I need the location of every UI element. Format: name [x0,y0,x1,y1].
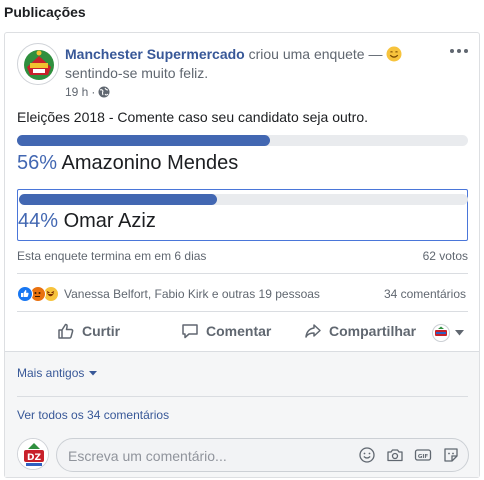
page-identity-selector[interactable] [432,324,464,342]
comment-input-placeholder: Escreva um comentário... [68,448,227,464]
post-card: Manchester Supermercado criou uma enquet… [4,32,480,478]
share-arrow-icon [305,324,321,338]
older-comments-label: Mais antigos [17,366,85,380]
poll-option-percent: 56% [17,152,58,174]
post-text: Eleições 2018 - Comente caso seu candida… [17,109,368,125]
poll-bar-fill [19,194,217,205]
feeling-text: sentindo-se muito feliz. [65,65,209,81]
commenter-avatar[interactable]: DZ [17,438,49,470]
divider [17,273,468,274]
post-meta: 19 h · [65,85,110,99]
more-options-icon[interactable] [449,45,469,57]
thumbs-up-icon [58,323,74,339]
camera-icon[interactable] [386,446,404,464]
chevron-down-icon [455,330,464,336]
poll-option-percent: 44% [18,210,59,232]
poll-option-text: Omar Aziz [63,210,156,232]
reactions-summary[interactable]: Vanessa Belfort, Fabio Kirk e outras 19 … [17,285,320,303]
page-mini-avatar-icon [432,324,450,342]
comment-input[interactable]: Escreva um comentário... GIF [56,438,469,472]
page-logo-icon [19,45,58,84]
comments-count[interactable]: 34 comentários [384,287,466,301]
poll-bar-fill [17,135,270,146]
page-logo-small-icon: DZ [18,439,48,469]
section-title: Publicações [4,4,86,20]
gif-icon[interactable]: GIF [414,446,432,464]
comment-button[interactable]: Comentar [181,322,271,340]
like-label: Curtir [82,323,121,339]
sticker-icon[interactable] [442,446,460,464]
divider [17,311,468,312]
comment-label: Comentar [206,323,272,339]
comments-section: Mais antigos Ver todos os 34 comentários… [5,351,479,477]
svg-text:GIF: GIF [418,454,429,460]
post-header: Manchester Supermercado criou uma enquet… [65,45,445,83]
poll-option-selected[interactable]: 44% Omar Aziz [17,189,468,241]
poll-bar-track [19,194,468,205]
share-label: Compartilhar [329,323,417,339]
caret-down-icon [89,370,98,375]
svg-text:DZ: DZ [27,453,41,463]
happy-emoji-icon [386,46,402,62]
poll-option[interactable]: 56% Amazonino Mendes [17,132,468,182]
post-actions: Curtir Comentar Compartilhar [17,316,468,348]
comment-input-tools: GIF [358,446,460,464]
poll-end-text: Esta enquete termina em em 6 dias [17,249,207,263]
view-all-comments-link[interactable]: Ver todos os 34 comentários [17,408,169,422]
page-avatar[interactable] [17,43,59,85]
like-button[interactable]: Curtir [57,322,120,340]
page-name-link[interactable]: Manchester Supermercado [65,46,245,62]
poll-votes-count[interactable]: 62 votos [423,249,468,263]
poll-footer: Esta enquete termina em em 6 dias 62 vot… [17,249,468,263]
post-action-text: criou uma enquete — [244,46,387,62]
globe-icon[interactable] [98,86,110,98]
poll-option-label: 56% Amazonino Mendes [17,152,238,175]
older-comments-toggle[interactable]: Mais antigos [17,366,98,380]
divider [17,396,468,397]
poll-bar-track [17,135,468,146]
share-button[interactable]: Compartilhar [304,322,416,340]
poll-option-label: 44% Omar Aziz [18,210,156,233]
poll-option-text: Amazonino Mendes [61,152,239,174]
emoji-picker-icon[interactable] [358,446,376,464]
post-time[interactable]: 19 h [65,85,88,99]
reaction-names[interactable]: Vanessa Belfort, Fabio Kirk e outras 19 … [64,287,320,301]
like-icon [17,286,33,302]
speech-bubble-icon [182,324,198,339]
